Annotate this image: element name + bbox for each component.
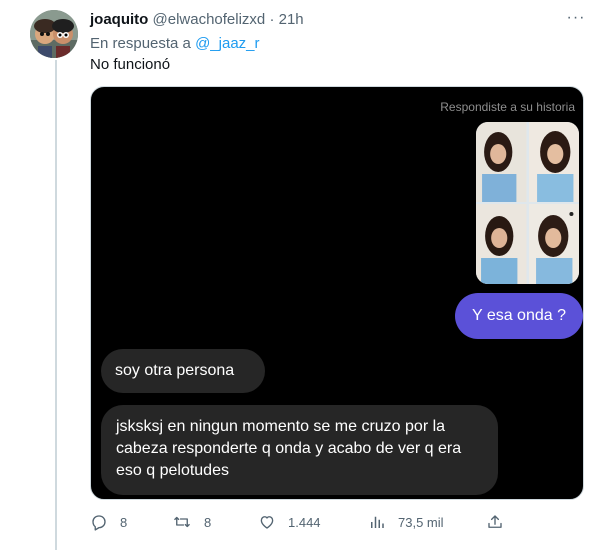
tweet-actions: 8 8 1.444 73,5 mil [90,512,510,532]
story-photo [528,204,579,284]
sent-message-bubble: Y esa onda ? [455,293,583,339]
share-icon [488,515,502,528]
thread-line [55,60,57,550]
reply-mention-link[interactable]: @_jaaz_r [195,35,259,52]
retweet-count: 8 [204,514,212,530]
views-chart-icon [371,516,384,528]
heart-icon [260,516,274,529]
tweet-text: No funcionó [90,56,171,73]
story-photo [528,122,579,202]
like-count: 1.444 [288,514,321,530]
reply-icon [92,515,106,531]
received-message-bubble: soy otra persona [101,349,265,393]
share-button[interactable] [486,512,504,532]
reply-count: 8 [120,514,128,530]
like-button[interactable]: 1.444 [258,512,321,532]
more-icon[interactable]: ··· [566,10,586,26]
tweet-media-image[interactable]: Respondiste a su historia Y esa onda ? s… [90,86,584,500]
reply-prefix: En respuesta a [90,35,191,52]
tweet-header: joaquito @elwachofelizxd · 21h [90,11,304,29]
avatar[interactable] [30,10,78,58]
retweet-icon [174,516,190,528]
reply-context: En respuesta a @_jaaz_r [90,35,260,53]
views-count: 73,5 mil [398,514,444,530]
author-name[interactable]: joaquito [90,11,148,28]
separator-dot: · [269,11,275,28]
views-button[interactable]: 73,5 mil [368,512,444,532]
author-handle[interactable]: @elwachofelizxd [153,11,266,28]
received-message-bubble: jsksksj en ningun momento se me cruzo po… [101,405,498,495]
story-photo [476,122,527,202]
story-reply-caption: Respondiste a su historia [440,100,575,114]
timestamp[interactable]: 21h [279,11,304,28]
reply-button[interactable]: 8 [90,512,127,532]
story-photo [476,204,527,284]
retweet-button[interactable]: 8 [172,512,211,532]
story-preview [476,122,579,284]
avatar-image [30,10,78,58]
